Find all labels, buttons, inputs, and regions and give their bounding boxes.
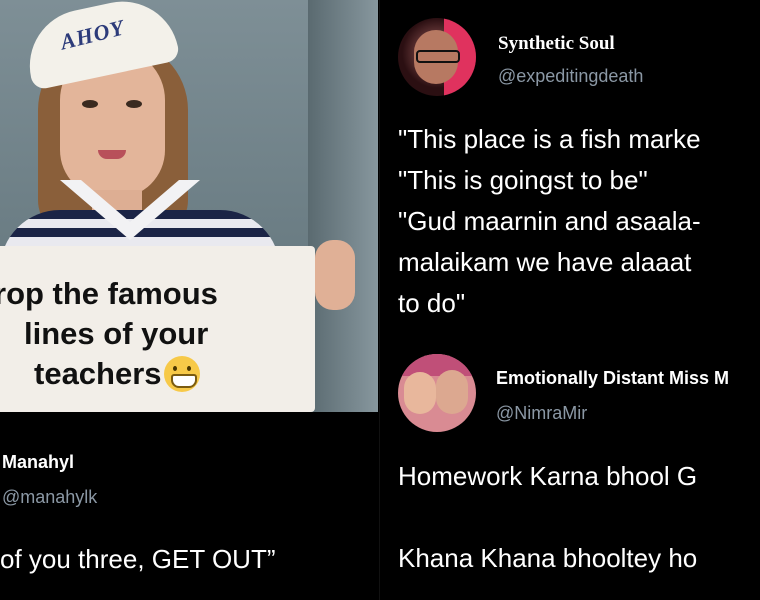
tweet-handle[interactable]: @expeditingdeath [498, 66, 643, 87]
meme-image: AHOY rop the famous lines of your teache… [0, 0, 378, 412]
tweet-handle[interactable]: @NimraMir [496, 403, 587, 424]
background-wall [308, 0, 378, 412]
glasses-icon [416, 50, 460, 63]
tweet-display-name[interactable]: Emotionally Distant Miss M [496, 368, 729, 389]
tweet-text: of you three, GET OUT” [0, 544, 276, 574]
meme-sign: rop the famous lines of your teachers [0, 246, 315, 412]
left-screenshot: AHOY rop the famous lines of your teache… [0, 0, 380, 600]
left-eye [82, 100, 98, 108]
avatar-face-2 [436, 370, 468, 414]
sign-line-2: lines of your [24, 316, 209, 351]
avatar-face-1 [404, 372, 436, 414]
tweet-text-line: "This place is a fish marke [398, 124, 701, 154]
sign-line-1: rop the famous [0, 276, 218, 311]
sign-text: rop the famous lines of your teachers [0, 274, 218, 394]
avatar[interactable] [398, 18, 476, 96]
tweet-text-line: "Gud maarnin and asaala- [398, 206, 701, 236]
tweet-text-line: "This is goingst to be" [398, 165, 648, 195]
tweet-display-name[interactable]: Manahyl [2, 452, 74, 473]
tweet-text-line: Khana Khana bhooltey ho [398, 543, 698, 573]
avatar-scarf [398, 354, 476, 376]
tweet-handle[interactable]: @manahylk [2, 487, 97, 508]
tweet-display-name[interactable]: Synthetic Soul [498, 33, 615, 55]
right-eye [126, 100, 142, 108]
tweet-text-line: to do" [398, 288, 466, 318]
tweet-text-line: malaikam we have alaaat [398, 247, 692, 277]
tweet-text-line: Homework Karna bhool G [398, 461, 698, 491]
hand [315, 240, 355, 310]
grinning-emoji-icon [163, 356, 200, 392]
sign-line-3-wrap: teachers [0, 354, 218, 394]
right-screenshot: Synthetic Soul @expeditingdeath "This pl… [380, 0, 760, 600]
avatar[interactable] [398, 354, 476, 432]
sign-line-3: teachers [34, 356, 162, 391]
